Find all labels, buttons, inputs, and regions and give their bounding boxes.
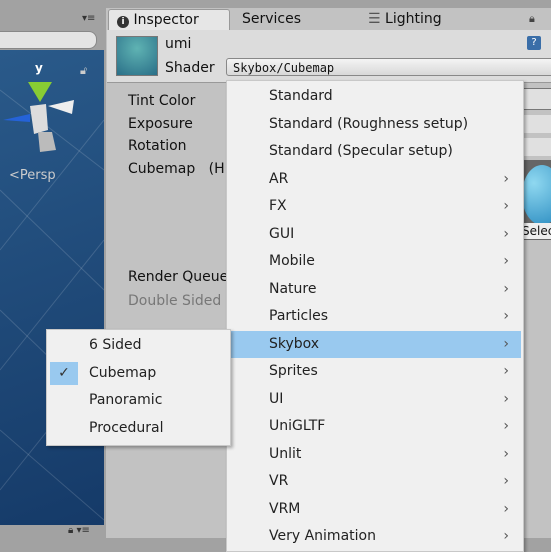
- material-thumbnail: [116, 36, 158, 76]
- tab-services[interactable]: Services: [242, 9, 301, 30]
- menu-item-particles[interactable]: Particles ›: [227, 303, 521, 330]
- tab-label: Inspector: [133, 12, 199, 28]
- menu-item-very-animation[interactable]: Very Animation ›: [227, 523, 521, 550]
- menu-item-label: Very Animation: [269, 528, 376, 544]
- prop-exposure: Exposure: [128, 116, 193, 132]
- cubemap-sphere: [522, 165, 551, 225]
- scene-gizmo-icon: [3, 82, 74, 152]
- cubemap-hdr-label: (H: [208, 161, 225, 177]
- submenu-item-label: 6 Sided: [89, 337, 142, 353]
- cubemap-label: Cubemap: [128, 161, 196, 177]
- rotation-field[interactable]: [522, 138, 551, 156]
- menu-item-label: Skybox: [269, 335, 320, 352]
- menu-item-ar[interactable]: AR ›: [227, 166, 521, 193]
- cubemap-preview[interactable]: Selec: [522, 160, 551, 240]
- hierarchy-search-input[interactable]: [0, 31, 97, 49]
- menu-item-label: Standard: [269, 88, 333, 104]
- chevron-right-icon: ›: [503, 390, 509, 407]
- axis-y-label: y: [35, 61, 43, 75]
- menu-item-unigltf[interactable]: UniGLTF ›: [227, 413, 521, 440]
- shader-dropdown[interactable]: Skybox/Cubemap: [226, 58, 551, 76]
- chevron-right-icon: ›: [503, 280, 509, 297]
- chevron-right-icon: ›: [503, 445, 509, 462]
- submenu-item-6-sided[interactable]: 6 Sided: [47, 332, 228, 359]
- tab-label: Lighting: [385, 11, 442, 27]
- menu-item-standard[interactable]: Standard: [227, 83, 521, 110]
- chevron-right-icon: ›: [503, 363, 509, 379]
- info-icon: i: [117, 16, 129, 28]
- submenu-item-cubemap[interactable]: ✓ Cubemap: [47, 360, 228, 387]
- menu-item-label: Standard (Specular setup): [269, 143, 453, 159]
- menu-item-label: Unlit: [269, 445, 302, 462]
- prop-cubemap: Cubemap (H: [128, 161, 225, 177]
- back-arrow-icon: <: [9, 168, 20, 183]
- persp-label[interactable]: <Persp: [9, 168, 56, 183]
- menu-item-label: Standard (Roughness setup): [269, 115, 469, 132]
- shader-label: Shader: [165, 60, 215, 76]
- skybox-submenu: 6 Sided ✓ Cubemap Panoramic Procedural: [46, 329, 231, 446]
- menu-item-label: AR: [269, 170, 289, 187]
- chevron-right-icon: ›: [503, 528, 509, 544]
- menu-item-label: FX: [269, 198, 287, 214]
- submenu-item-label: Panoramic: [89, 392, 163, 408]
- menu-item-label: Sprites: [269, 363, 318, 379]
- menu-item-label: VR: [269, 473, 289, 489]
- exposure-field[interactable]: [522, 115, 551, 133]
- chevron-right-icon: ›: [503, 198, 509, 214]
- chevron-right-icon: ›: [503, 335, 509, 352]
- menu-item-sprites[interactable]: Sprites ›: [227, 358, 521, 385]
- prop-rotation: Rotation: [128, 138, 187, 154]
- inspector-lock-icon[interactable]: 🔒︎: [529, 12, 535, 26]
- menu-item-gui[interactable]: GUI ›: [227, 221, 521, 248]
- chevron-right-icon: ›: [503, 170, 509, 187]
- menu-item-skybox[interactable]: Skybox ›: [227, 330, 521, 358]
- menu-item-unlit[interactable]: Unlit ›: [227, 441, 521, 468]
- menu-item-fx[interactable]: FX ›: [227, 193, 521, 220]
- prop-render-queue: Render Queue: [128, 269, 229, 285]
- bottom-panel-menu-icon[interactable]: 🔒︎ ▾≡: [68, 525, 90, 536]
- persp-text: Persp: [19, 168, 56, 183]
- chevron-right-icon: ›: [503, 308, 509, 324]
- submenu-item-label: Cubemap: [89, 364, 157, 381]
- chevron-right-icon: ›: [503, 418, 509, 434]
- chevron-right-icon: ›: [503, 253, 509, 269]
- chevron-right-icon: ›: [503, 473, 509, 489]
- lock-icon[interactable]: 🔓︎: [80, 64, 87, 78]
- menu-item-vrm[interactable]: VRM ›: [227, 496, 521, 523]
- submenu-item-panoramic[interactable]: Panoramic: [47, 387, 228, 414]
- scene-view[interactable]: y 🔓︎ <Persp: [0, 50, 104, 525]
- select-button[interactable]: Selec: [522, 223, 551, 239]
- menu-item-label: GUI: [269, 225, 295, 242]
- menu-item-mobile[interactable]: Mobile ›: [227, 248, 521, 275]
- submenu-item-procedural[interactable]: Procedural: [47, 415, 228, 442]
- menu-item-label: Nature: [269, 280, 317, 297]
- prop-tint-color: Tint Color: [128, 93, 196, 109]
- checkmark-icon: ✓: [50, 361, 78, 385]
- menu-item-label: UniGLTF: [269, 418, 326, 434]
- menu-item-label: VRM: [269, 500, 301, 517]
- submenu-item-label: Procedural: [89, 419, 164, 436]
- shader-menu: Standard Standard (Roughness setup) Standa…: [226, 80, 524, 552]
- menu-item-vr[interactable]: VR ›: [227, 468, 521, 495]
- panel-menu-icon[interactable]: ▾≡: [82, 13, 95, 24]
- material-name: umi: [165, 36, 192, 52]
- menu-item-label: Mobile: [269, 253, 315, 269]
- tint-color-field[interactable]: [522, 88, 551, 110]
- tab-lighting[interactable]: ☰ Lighting: [368, 9, 442, 30]
- sliders-icon: ☰: [368, 11, 381, 27]
- menu-item-ui[interactable]: UI ›: [227, 386, 521, 413]
- help-icon[interactable]: ?: [527, 36, 541, 50]
- menu-item-standard-specular-setup[interactable]: Standard (Specular setup): [227, 138, 521, 165]
- menu-item-label: UI: [269, 390, 284, 407]
- chevron-right-icon: ›: [503, 500, 509, 517]
- menu-item-label: Particles: [269, 308, 329, 324]
- menu-item-standard-roughness-setup[interactable]: Standard (Roughness setup): [227, 111, 521, 138]
- chevron-right-icon: ›: [503, 225, 509, 242]
- prop-double-sided: Double Sided: [128, 293, 222, 309]
- tab-inspector[interactable]: i Inspector: [108, 9, 230, 30]
- menu-item-nature[interactable]: Nature ›: [227, 276, 521, 303]
